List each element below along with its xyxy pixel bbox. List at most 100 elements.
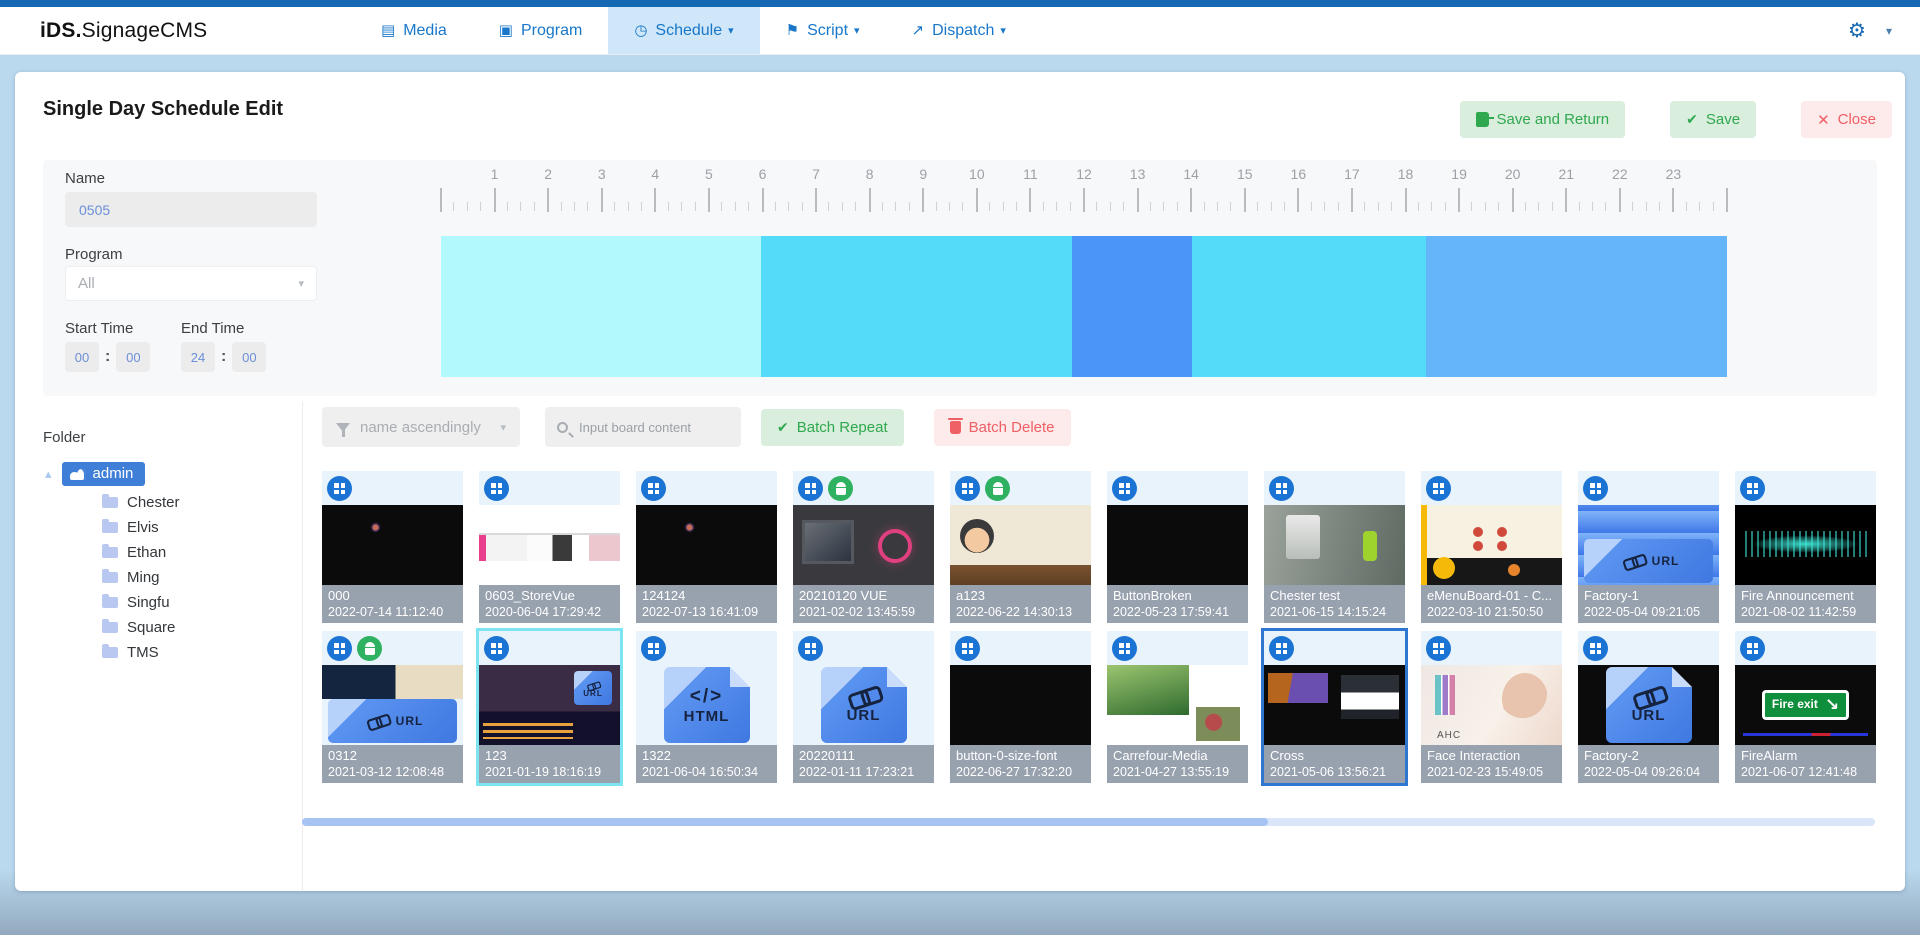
board-datetime: 2022-05-23 17:59:41 bbox=[1113, 604, 1242, 620]
gear-icon[interactable]: ⚙ bbox=[1848, 18, 1866, 43]
folder-item-singfu[interactable]: Singfu bbox=[102, 590, 295, 615]
platform-badges bbox=[641, 476, 666, 501]
start-time-inputs: : bbox=[65, 342, 150, 372]
close-button[interactable]: ✕ Close bbox=[1801, 101, 1892, 138]
ruler-tick bbox=[654, 188, 656, 212]
hour-label: 15 bbox=[1237, 166, 1253, 182]
collapse-triangle-icon[interactable]: ▴ bbox=[45, 466, 52, 482]
board-card[interactable]: Fire exit↘FireAlarm2021-06-07 12:41:48 bbox=[1735, 631, 1876, 783]
media-icon: ▤ bbox=[381, 23, 395, 38]
folder-item-chester[interactable]: Chester bbox=[102, 490, 295, 515]
nav-item-program[interactable]: ▣Program bbox=[473, 7, 609, 54]
timeline-segment[interactable] bbox=[1072, 236, 1192, 377]
ruler-tick bbox=[1364, 202, 1365, 211]
ruler-tick bbox=[1525, 202, 1526, 211]
hour-label: 4 bbox=[651, 166, 659, 182]
ruler-tick bbox=[1096, 202, 1097, 211]
program-select[interactable]: All ▾ bbox=[65, 266, 317, 301]
platform-badges bbox=[955, 636, 980, 661]
hour-label: 11 bbox=[1023, 166, 1038, 182]
batch-delete-button[interactable]: Batch Delete bbox=[934, 409, 1071, 446]
board-card[interactable]: 20210120 VUE2021-02-02 13:45:59 bbox=[793, 471, 934, 623]
board-card[interactable]: Chester test2021-06-15 14:15:24 bbox=[1264, 471, 1405, 623]
timeline-segment[interactable] bbox=[761, 236, 1072, 377]
board-datetime: 2022-03-10 21:50:50 bbox=[1427, 604, 1556, 620]
board-thumbnail bbox=[793, 505, 934, 585]
board-card[interactable]: URL03122021-03-12 12:08:48 bbox=[322, 631, 463, 783]
board-caption: ButtonBroken2022-05-23 17:59:41 bbox=[1107, 585, 1248, 623]
name-input[interactable] bbox=[65, 192, 317, 227]
horizontal-scrollbar-track[interactable] bbox=[302, 818, 1875, 826]
sort-select[interactable]: name ascendingly ▾ bbox=[322, 407, 520, 447]
folder-item-tms[interactable]: TMS bbox=[102, 640, 295, 665]
folder-item-ethan[interactable]: Ethan bbox=[102, 540, 295, 565]
nav-item-media[interactable]: ▤Media bbox=[355, 7, 473, 54]
horizontal-scrollbar-thumb[interactable] bbox=[302, 818, 1268, 826]
board-card[interactable]: button-0-size-font2022-06-27 17:32:20 bbox=[950, 631, 1091, 783]
ruler-tick bbox=[842, 202, 843, 211]
platform-badges bbox=[1583, 636, 1608, 661]
end-minute-input[interactable] bbox=[232, 342, 266, 372]
board-thumbnail bbox=[950, 665, 1091, 745]
timeline-segment[interactable] bbox=[441, 236, 761, 377]
board-card[interactable]: Fire Announcement2021-08-02 11:42:59 bbox=[1735, 471, 1876, 623]
board-card[interactable]: AHCFace Interaction2021-02-23 15:49:05 bbox=[1421, 631, 1562, 783]
batch-repeat-button[interactable]: ✔ Batch Repeat bbox=[761, 409, 904, 446]
ruler-tick bbox=[962, 202, 963, 211]
start-hour-input[interactable] bbox=[65, 342, 99, 372]
folder-item-ming[interactable]: Ming bbox=[102, 565, 295, 590]
chevron-down-icon: ▾ bbox=[1000, 24, 1006, 37]
file-icon: </>HTML bbox=[664, 667, 750, 743]
board-thumbnail: AHC bbox=[1421, 665, 1562, 745]
nav-item-dispatch[interactable]: ↗Dispatch▾ bbox=[886, 7, 1032, 54]
board-card[interactable]: 0002022-07-14 11:12:40 bbox=[322, 471, 463, 623]
board-caption: Fire Announcement2021-08-02 11:42:59 bbox=[1735, 585, 1876, 623]
board-card[interactable]: 0603_StoreVue2020-06-04 17:29:42 bbox=[479, 471, 620, 623]
platform-badges bbox=[1112, 636, 1137, 661]
hour-label: 21 bbox=[1558, 166, 1574, 182]
ruler-tick bbox=[453, 202, 454, 211]
save-and-return-button[interactable]: Save and Return bbox=[1460, 101, 1626, 138]
nav-item-script[interactable]: ⚑Script▾ bbox=[760, 7, 886, 54]
platform-badges bbox=[1426, 636, 1451, 661]
ruler-tick bbox=[1257, 202, 1258, 211]
board-card[interactable]: a1232022-06-22 14:30:13 bbox=[950, 471, 1091, 623]
board-card[interactable]: URL202201112022-01-11 17:23:21 bbox=[793, 631, 934, 783]
end-hour-input[interactable] bbox=[181, 342, 215, 372]
board-card[interactable]: URL1232021-01-19 18:16:19 bbox=[479, 631, 620, 783]
nav-item-schedule[interactable]: ◷Schedule▾ bbox=[608, 7, 759, 54]
ruler-tick bbox=[1083, 188, 1085, 212]
ruler-tick bbox=[1405, 188, 1407, 212]
android-badge-icon bbox=[357, 636, 382, 661]
hour-label: 18 bbox=[1398, 166, 1414, 182]
timeline-segment[interactable] bbox=[1192, 236, 1426, 377]
board-card[interactable]: </>HTML13222021-06-04 16:50:34 bbox=[636, 631, 777, 783]
board-card[interactable]: Cross2021-05-06 13:56:21 bbox=[1264, 631, 1405, 783]
ruler-tick bbox=[1324, 202, 1325, 211]
windows-badge-icon bbox=[955, 636, 980, 661]
platform-badges bbox=[1269, 476, 1294, 501]
hour-label: 19 bbox=[1451, 166, 1467, 182]
board-card[interactable]: Carrefour-Media2021-04-27 13:55:19 bbox=[1107, 631, 1248, 783]
board-card[interactable]: 1241242022-07-13 16:41:09 bbox=[636, 471, 777, 623]
folder-root-admin[interactable]: ▴ admin bbox=[45, 462, 295, 486]
check-icon: ✔ bbox=[1686, 111, 1698, 128]
ruler-tick bbox=[601, 188, 603, 212]
chevron-down-icon[interactable]: ▾ bbox=[1886, 24, 1892, 38]
board-thumbnail bbox=[1735, 505, 1876, 585]
exit-door-icon bbox=[1476, 112, 1489, 127]
board-card[interactable]: URLFactory-12022-05-04 09:21:05 bbox=[1578, 471, 1719, 623]
board-card[interactable]: URLFactory-22022-05-04 09:26:04 bbox=[1578, 631, 1719, 783]
board-thumbnail: URL bbox=[322, 665, 463, 745]
folder-item-elvis[interactable]: Elvis bbox=[102, 515, 295, 540]
program-value: All bbox=[78, 275, 95, 292]
timeline-segment[interactable] bbox=[1426, 236, 1727, 377]
save-button[interactable]: ✔ Save bbox=[1670, 101, 1756, 138]
folder-item-square[interactable]: Square bbox=[102, 615, 295, 640]
board-card[interactable]: ButtonBroken2022-05-23 17:59:41 bbox=[1107, 471, 1248, 623]
admin-chip[interactable]: admin bbox=[62, 462, 146, 486]
search-input[interactable] bbox=[577, 419, 717, 436]
start-minute-input[interactable] bbox=[116, 342, 150, 372]
board-card[interactable]: eMenuBoard-01 - C...2022-03-10 21:50:50 bbox=[1421, 471, 1562, 623]
windows-badge-icon bbox=[1583, 476, 1608, 501]
